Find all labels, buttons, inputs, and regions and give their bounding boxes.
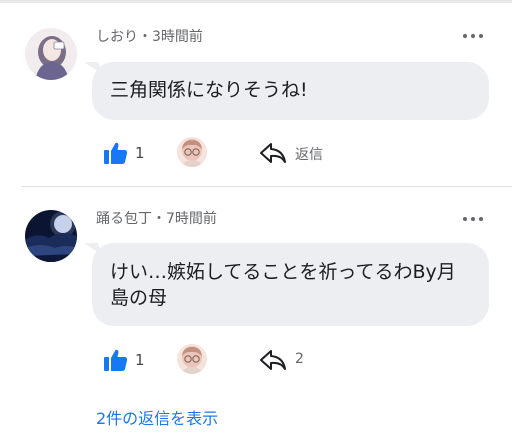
like-count: 1 <box>135 144 145 162</box>
like-thumb-icon[interactable] <box>103 141 128 165</box>
more-options-icon[interactable] <box>463 34 483 38</box>
like-thumb-icon[interactable] <box>103 348 128 372</box>
comment-text: 三角関係になりそうね! <box>110 79 308 101</box>
reply-button[interactable]: 返信 <box>295 144 323 164</box>
comment-actions: 1 2 <box>0 340 512 380</box>
comment-bubble: けい…嫉妬してることを祈ってるわBy月島の母 <box>92 243 489 326</box>
more-options-icon[interactable] <box>463 217 483 221</box>
comment-item: 踊る包丁・7時間前 けい…嫉妬してることを祈ってるわBy月島の母 1 2 <box>0 187 512 444</box>
comment-author[interactable]: 踊る包丁・7時間前 <box>96 208 217 228</box>
like-count: 1 <box>135 351 145 369</box>
reply-arrow-icon[interactable] <box>259 141 287 165</box>
reply-arrow-icon[interactable] <box>259 348 287 372</box>
avatar[interactable] <box>25 28 77 80</box>
comment-author[interactable]: しおり・3時間前 <box>96 26 203 46</box>
comment-item: しおり・3時間前 三角関係になりそうね! 1 返信 <box>0 0 512 186</box>
show-replies-link[interactable]: 2件の返信を表示 <box>96 405 218 429</box>
comment-bubble: 三角関係になりそうね! <box>92 62 489 120</box>
comment-text: けい…嫉妬してることを祈ってるわBy月島の母 <box>110 261 456 309</box>
comment-actions: 1 返信 <box>0 133 512 173</box>
reactor-avatar[interactable] <box>177 344 207 374</box>
avatar[interactable] <box>25 210 77 262</box>
reactor-avatar[interactable] <box>177 137 207 167</box>
reply-count[interactable]: 2 <box>295 351 304 367</box>
